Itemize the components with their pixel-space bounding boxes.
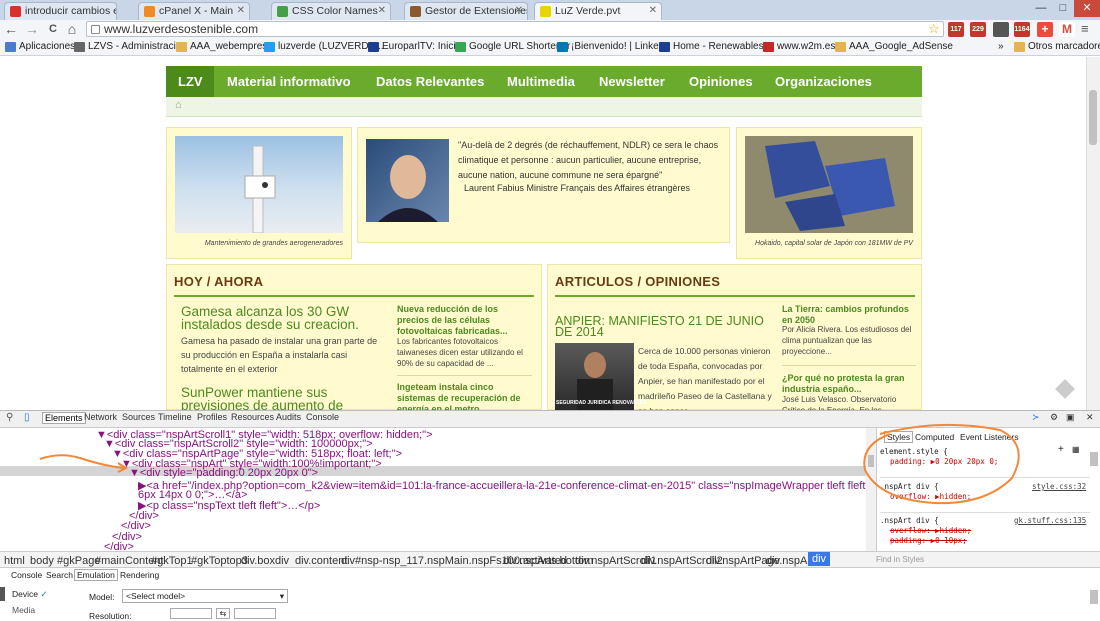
orange-arrow-annotation bbox=[39, 454, 125, 469]
orange-circle-annotation bbox=[863, 423, 1020, 505]
annotation-overlay bbox=[39, 423, 1020, 505]
